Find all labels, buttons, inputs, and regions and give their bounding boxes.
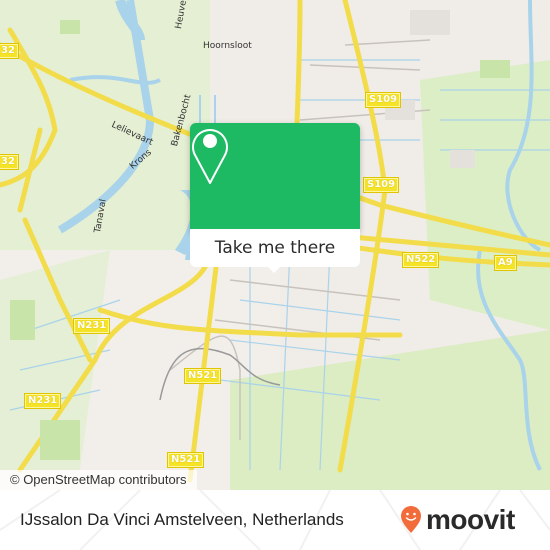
- footer: IJssalon Da Vinci Amstelveen, Netherland…: [0, 490, 550, 550]
- road-shield-n231: N231: [24, 393, 62, 409]
- road-shield-a9: A9: [494, 255, 517, 271]
- map-attribution[interactable]: © OpenStreetMap contributors: [0, 470, 197, 490]
- map-pin-icon: [192, 129, 228, 184]
- road-shield-32: 32: [0, 154, 19, 170]
- moovit-logo[interactable]: moovit: [400, 504, 515, 536]
- moovit-wordmark: moovit: [426, 504, 515, 535]
- road-shield-s109: S109: [365, 92, 402, 108]
- road-shield-n522: N522: [402, 252, 440, 268]
- map[interactable]: S109 S109 N522 A9 N231 N231 N521 N521 32…: [0, 0, 550, 490]
- road-shield-n521: N521: [167, 452, 205, 468]
- location-popup: Take me there: [190, 123, 360, 273]
- popup-pointer: [265, 264, 283, 273]
- moovit-pin-icon: [401, 506, 421, 533]
- street-label: Hoornsloot: [203, 41, 252, 51]
- road-shield-s109: S109: [363, 177, 400, 193]
- take-me-there-button[interactable]: Take me there: [190, 229, 360, 267]
- popup-header: [190, 123, 360, 229]
- road-shield-n521: N521: [184, 368, 222, 384]
- place-name: IJssalon Da Vinci Amstelveen, Netherland…: [20, 510, 344, 529]
- road-shield-32: 32: [0, 43, 19, 59]
- road-shield-n231: N231: [73, 318, 111, 334]
